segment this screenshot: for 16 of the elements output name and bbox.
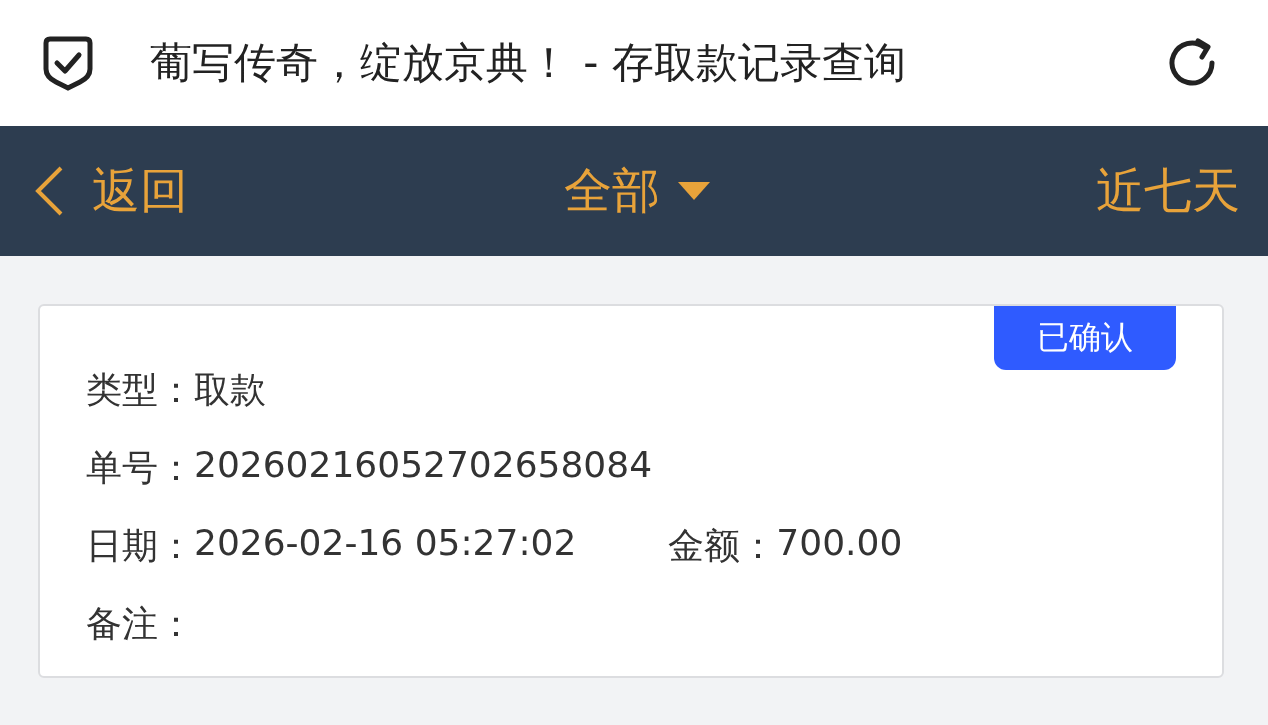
field-label: 类型： [86, 367, 194, 412]
field-value: 取款 [194, 367, 266, 412]
field-label: 金额： [668, 523, 777, 568]
caret-icon [678, 182, 710, 200]
field-value: 20260216052702658084 [194, 443, 653, 487]
back-button[interactable]: 返回 [34, 159, 188, 223]
status-badge: 已确认 [994, 306, 1176, 370]
date-range-button[interactable]: 近七天 [1096, 159, 1240, 223]
field-label: 备注： [86, 601, 194, 646]
field-value: 2026-02-16 05:27:02 [194, 521, 577, 565]
field-label: 单号： [86, 445, 194, 490]
page-title: 葡写传奇，绽放京典！ - 存取款记录查询 [150, 37, 907, 89]
field-value: 700.00 [776, 521, 903, 565]
filter-dropdown[interactable]: 全部 [564, 159, 710, 223]
field-label: 日期： [86, 523, 194, 568]
chevron-left-icon [34, 165, 64, 217]
